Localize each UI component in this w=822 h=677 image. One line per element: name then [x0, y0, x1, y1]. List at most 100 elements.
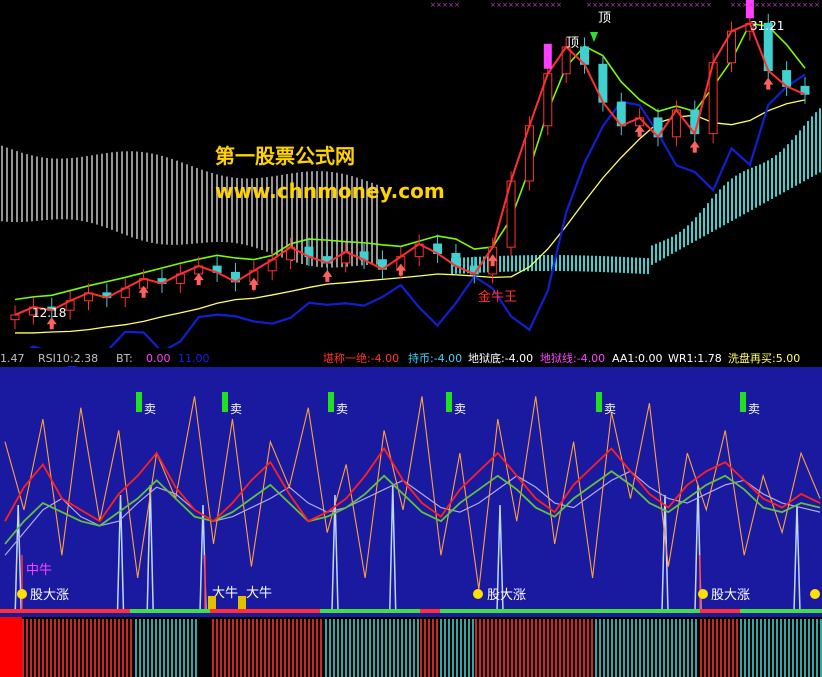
top-strip-mark: ×	[754, 1, 760, 9]
top-strip-mark: ×	[694, 1, 700, 9]
top-strip-mark: ×	[760, 1, 766, 9]
top-strip-mark: ×	[592, 1, 598, 9]
top-strip-mark: ×	[544, 1, 550, 9]
top-strip-mark: ×	[598, 1, 604, 9]
indicator-item: WR1:1.78	[668, 352, 722, 365]
stock-chart: × × × × × × × × × × × × × × × × × × × × × × × × × × × × × × × × × × × × × × × ×…	[0, 0, 822, 677]
top-strip-mark: ×	[652, 1, 658, 9]
top-strip-mark: ×	[604, 1, 610, 9]
top-strip-mark: ×	[556, 1, 562, 9]
top-strip-mark: ×	[634, 1, 640, 9]
sell-marker	[446, 392, 452, 412]
indicator-item: 0.00	[146, 352, 171, 365]
top-strip-mark: ×	[616, 1, 622, 9]
indicator-item: RSI10:2.38	[38, 352, 98, 365]
sell-marker	[222, 392, 228, 412]
sell-label: 卖	[230, 402, 242, 416]
top-strip-mark: ×	[658, 1, 664, 9]
high-label: 31.21	[750, 19, 784, 33]
top-strip-mark: ×	[538, 1, 544, 9]
sell-marker	[136, 392, 142, 412]
top-strip-mark: ×	[610, 1, 616, 9]
sell-label: 卖	[144, 402, 156, 416]
bottom-block	[0, 617, 22, 677]
top-strip-mark: ×	[730, 1, 736, 9]
candle-body	[10, 314, 20, 321]
sell-marker	[328, 392, 334, 412]
top-strip-mark: ×	[664, 1, 670, 9]
top-strip-mark: ×	[772, 1, 778, 9]
top-marker-2: 顶	[598, 11, 611, 26]
top-strip-mark: ×	[520, 1, 526, 9]
top-strip-mark: ×	[706, 1, 712, 9]
baseline-strip	[20, 609, 130, 613]
top-strip-mark: ×	[436, 1, 442, 9]
watermark-title: 第一股票公式网	[215, 144, 355, 168]
zhong-niu-label: 中牛	[26, 563, 52, 578]
signal-dot	[810, 589, 820, 599]
top-strip-mark: ×	[742, 1, 748, 9]
indicator-item: BT:	[116, 352, 133, 365]
top-strip-mark: ×	[748, 1, 754, 9]
peak-marker	[543, 43, 552, 69]
top-strip-mark: ×	[442, 1, 448, 9]
top-strip-mark: ×	[682, 1, 688, 9]
baseline-strip	[210, 609, 320, 613]
top-marker-1: 顶	[566, 36, 579, 51]
signal-label: 股大涨	[30, 588, 69, 603]
baseline-strip	[590, 609, 700, 613]
watermark-url: www.chnmoney.com	[215, 179, 445, 203]
baseline-strip	[420, 609, 440, 613]
indicator-item: AA1:0.00	[612, 352, 663, 365]
sell-label: 卖	[748, 402, 760, 416]
baseline-strip	[0, 609, 20, 613]
top-strip-mark: ×	[736, 1, 742, 9]
da-niu-label-2: 大牛	[246, 586, 272, 601]
top-strip-mark: ×	[490, 1, 496, 9]
baseline-strip	[130, 609, 210, 613]
signal-label: 股大涨	[711, 588, 750, 603]
signal-dot	[17, 589, 27, 599]
indicator-item: 地狱底:-4.00	[468, 351, 533, 365]
top-strip-mark: ×	[784, 1, 790, 9]
top-strip-mark: ×	[496, 1, 502, 9]
indicator-item: 持币:-4.00	[408, 351, 462, 365]
top-strip-mark: ×	[586, 1, 592, 9]
indicator-item: 地狱线:-4.00	[540, 351, 605, 365]
sell-label: 卖	[604, 402, 616, 416]
top-strip-mark: ×	[622, 1, 628, 9]
top-strip-mark: ×	[700, 1, 706, 9]
top-strip-mark: ×	[796, 1, 802, 9]
signal-dot	[473, 589, 483, 599]
top-strip-mark: ×	[532, 1, 538, 9]
baseline-strip	[320, 609, 420, 613]
top-strip-mark: ×	[514, 1, 520, 9]
signal-label: 股大涨	[487, 588, 526, 603]
top-strip-mark: ×	[430, 1, 436, 9]
top-strip-mark: ×	[640, 1, 646, 9]
bull-king-label: 金牛王	[478, 289, 517, 305]
baseline-strip	[700, 609, 740, 613]
indicator-item: 堪称一绝:-4.00	[323, 351, 399, 365]
top-strip-mark: ×	[454, 1, 460, 9]
signal-dot	[698, 589, 708, 599]
top-strip-mark: ×	[448, 1, 454, 9]
sell-label: 卖	[454, 402, 466, 416]
top-strip-mark: ×	[526, 1, 532, 9]
top-strip-mark: ×	[766, 1, 772, 9]
top-strip-mark: ×	[814, 1, 820, 9]
top-strip-mark: ×	[646, 1, 652, 9]
indicator-item: 11.00	[178, 352, 210, 365]
top-strip-mark: ×	[802, 1, 808, 9]
indicator-item: 洗盘再买:5.00	[728, 351, 800, 365]
baseline-strip	[740, 609, 822, 613]
sell-label: 卖	[336, 402, 348, 416]
top-strip-mark: ×	[778, 1, 784, 9]
baseline-strip	[440, 609, 590, 613]
sell-marker	[740, 392, 746, 412]
top-strip-mark: ×	[550, 1, 556, 9]
top-strip-mark: ×	[502, 1, 508, 9]
top-strip-mark: ×	[676, 1, 682, 9]
sell-marker	[596, 392, 602, 412]
top-strip-mark: ×	[790, 1, 796, 9]
